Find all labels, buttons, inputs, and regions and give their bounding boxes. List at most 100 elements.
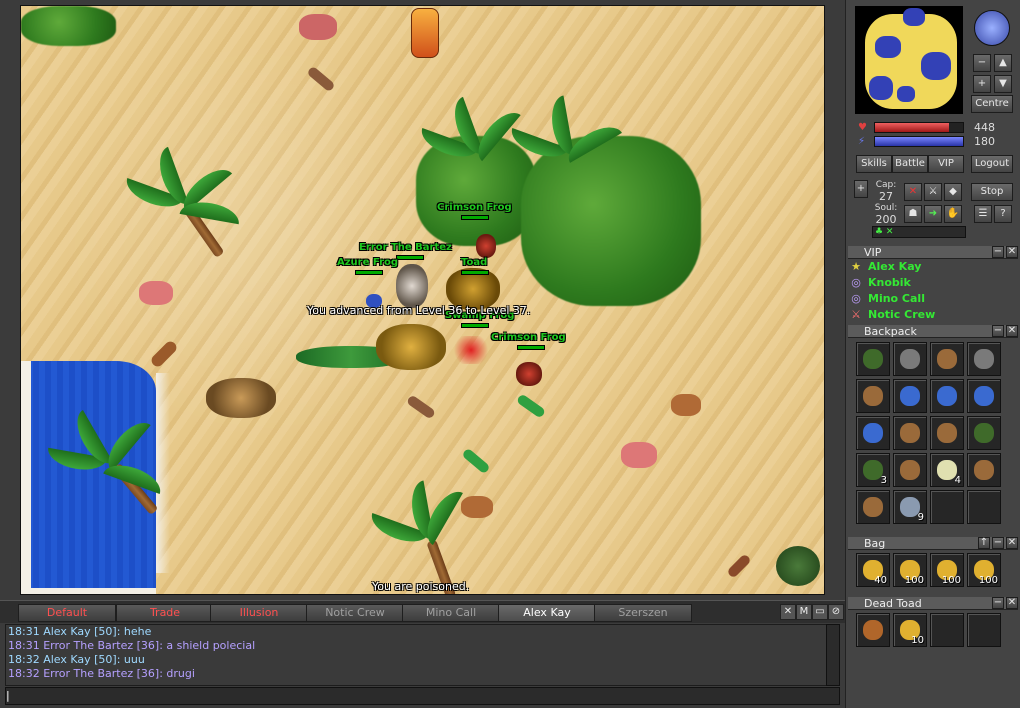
container-slot[interactable]	[930, 613, 964, 647]
container-slot[interactable]: 3	[856, 453, 890, 487]
item-icon	[974, 423, 994, 443]
container-slot[interactable]	[967, 613, 1001, 647]
container-slot[interactable]	[856, 379, 890, 413]
container-slot[interactable]	[893, 453, 927, 487]
turtle-shell-item[interactable]	[776, 546, 820, 586]
container-slot[interactable]	[967, 453, 1001, 487]
defense-mode-icon[interactable]: ◆	[944, 183, 962, 201]
container-slot[interactable]	[893, 342, 927, 376]
secure-mode-icon[interactable]: ✋	[944, 205, 962, 223]
player-character[interactable]	[396, 264, 428, 308]
ham-item[interactable]	[671, 394, 701, 416]
vip-entry[interactable]: ◎ Mino Call	[850, 291, 925, 306]
logout-button[interactable]: Logout	[971, 155, 1013, 173]
ham-item[interactable]	[149, 339, 179, 369]
container-slot[interactable]	[893, 416, 927, 450]
stand-icon[interactable]: ☗	[904, 205, 922, 223]
bottle-item[interactable]	[461, 447, 491, 475]
follow-icon[interactable]: ➜	[924, 205, 942, 223]
container-slot[interactable]	[856, 416, 890, 450]
minimize-icon[interactable]: −	[992, 246, 1004, 258]
plus-icon[interactable]: +	[854, 180, 868, 198]
message-button[interactable]: M	[796, 604, 812, 620]
vip-name: Knobik	[868, 276, 911, 289]
game-viewport[interactable]: Crimson Frog Error The Bartez Azure Frog…	[20, 5, 825, 595]
options-icon[interactable]: ☰	[974, 205, 992, 223]
container-slot[interactable]: 100	[967, 553, 1001, 587]
tab-default[interactable]: Default	[18, 604, 116, 622]
container-slot[interactable]: 9	[893, 490, 927, 524]
creature-corpse[interactable]	[376, 324, 446, 370]
crimson-frog-creature[interactable]	[476, 234, 496, 258]
stop-button[interactable]: Stop	[971, 183, 1013, 201]
vip-entry[interactable]: ⚔ Notic Crew	[850, 307, 935, 322]
container-slot[interactable]: 100	[930, 553, 964, 587]
crimson-frog-creature[interactable]	[516, 362, 542, 386]
chat-input[interactable]: |	[5, 687, 840, 705]
bottle-item[interactable]	[515, 393, 547, 419]
meat-item[interactable]	[299, 14, 337, 40]
ignore-button[interactable]: ⊘	[828, 604, 844, 620]
vip-entry[interactable]: ★ Alex Kay	[850, 259, 921, 274]
container-slot[interactable]: 40	[856, 553, 890, 587]
player-name: Error The Bartez	[359, 242, 452, 253]
tab-alex-kay[interactable]: Alex Kay	[498, 604, 596, 622]
container-slot[interactable]	[893, 379, 927, 413]
up-icon[interactable]: ↑	[978, 537, 990, 549]
floor-down-icon[interactable]: ▼	[994, 75, 1012, 93]
container-slot[interactable]	[967, 416, 1001, 450]
centre-button[interactable]: Centre	[971, 95, 1013, 113]
minimize-icon[interactable]: −	[992, 537, 1004, 549]
ham-item[interactable]	[726, 553, 752, 579]
attack-mode-icon[interactable]: ✕	[904, 183, 922, 201]
meat-item[interactable]	[139, 281, 173, 305]
container-slot[interactable]: 100	[893, 553, 927, 587]
container-slot[interactable]	[856, 490, 890, 524]
tab-notic-crew[interactable]: Notic Crew	[306, 604, 404, 622]
zoom-in-icon[interactable]: +	[973, 75, 991, 93]
minimize-icon[interactable]: −	[992, 325, 1004, 337]
close-icon[interactable]: ✕	[1006, 537, 1018, 549]
help-icon[interactable]: ?	[994, 205, 1012, 223]
container-slot[interactable]: 10	[893, 613, 927, 647]
close-channel-button[interactable]: ✕	[780, 604, 796, 620]
minimize-icon[interactable]: −	[992, 597, 1004, 609]
container-slot[interactable]	[967, 379, 1001, 413]
creature-name: Crimson Frog	[437, 202, 512, 213]
vip-button[interactable]: VIP	[928, 155, 964, 173]
container-slot[interactable]: 4	[930, 453, 964, 487]
ham-item[interactable]	[461, 496, 493, 518]
close-icon[interactable]: ✕	[1006, 597, 1018, 609]
container-slot[interactable]	[967, 490, 1001, 524]
skills-button[interactable]: Skills	[856, 155, 892, 173]
vip-entry[interactable]: ◎ Knobik	[850, 275, 911, 290]
battle-button[interactable]: Battle	[892, 155, 928, 173]
club-item[interactable]	[405, 394, 437, 420]
compass-icon[interactable]	[974, 10, 1010, 46]
frog-corpse[interactable]	[206, 378, 276, 418]
container-slot[interactable]	[930, 490, 964, 524]
save-channel-button[interactable]: ▭	[812, 604, 828, 620]
container-slot[interactable]	[967, 342, 1001, 376]
meat-item[interactable]	[621, 442, 657, 468]
tab-szerszen[interactable]: Szerszen	[594, 604, 692, 622]
container-slot[interactable]	[856, 613, 890, 647]
floor-up-icon[interactable]: ▲	[994, 54, 1012, 72]
minimap[interactable]	[855, 6, 963, 114]
balanced-mode-icon[interactable]: ⚔	[924, 183, 942, 201]
tab-illusion[interactable]: Illusion	[210, 604, 308, 622]
container-slot[interactable]	[856, 342, 890, 376]
container-slot[interactable]	[930, 342, 964, 376]
chat-scrollbar[interactable]	[826, 624, 840, 686]
tab-trade[interactable]: Trade	[116, 604, 214, 622]
container-slot[interactable]	[930, 379, 964, 413]
club-item[interactable]	[306, 65, 336, 93]
container-slot[interactable]	[930, 416, 964, 450]
item-count: 9	[917, 512, 924, 523]
tab-mino-call[interactable]: Mino Call	[402, 604, 500, 622]
zoom-out-icon[interactable]: −	[973, 54, 991, 72]
close-icon[interactable]: ✕	[1006, 246, 1018, 258]
item-count: 100	[941, 575, 961, 586]
shield-item[interactable]	[411, 8, 439, 58]
close-icon[interactable]: ✕	[1006, 325, 1018, 337]
